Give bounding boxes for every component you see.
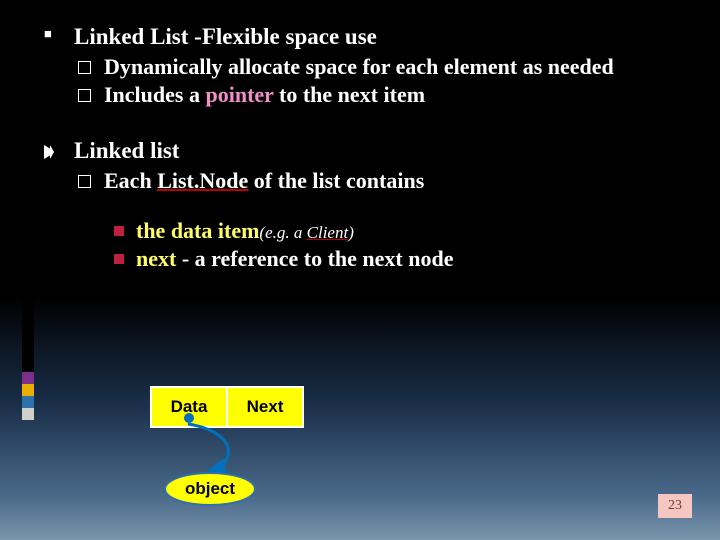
bullet-list: Linked List -Flexible space use Dynamica…: [44, 24, 690, 272]
b1-sub-includes: Includes a pointer to the next item: [74, 82, 690, 108]
bullet-linked-list-detail: Linked list Each List.Node of the list c…: [44, 138, 690, 272]
b2-title: Linked list: [74, 138, 179, 163]
slide: Linked List -Flexible space use Dynamica…: [0, 0, 720, 540]
detail-next: next - a reference to the next node: [114, 246, 690, 272]
pointer-arrow: [178, 422, 248, 478]
data-pointer-dot: [184, 413, 194, 423]
accent-stripes: [22, 372, 34, 420]
node-diagram: Data Next object: [150, 386, 450, 516]
pointer-word: pointer: [205, 82, 273, 107]
object-ellipse: object: [164, 472, 256, 506]
node-box: Data Next: [150, 386, 304, 428]
bullet-linked-list-flex: Linked List -Flexible space use Dynamica…: [44, 24, 690, 108]
b1-title-suffix: -Flexible space use: [188, 24, 376, 49]
cell-next: Next: [228, 388, 302, 426]
left-accent-bar: [22, 42, 34, 372]
listnode-word: List.Node: [157, 168, 248, 193]
cell-data: Data: [152, 388, 226, 426]
b1-sub-dynamic: Dynamically allocate space for each elem…: [74, 54, 690, 80]
page-number: 23: [658, 494, 692, 518]
detail-data-item: the data item(e.g. a Client): [114, 218, 690, 244]
b1-title-prefix: Linked List: [74, 24, 188, 49]
b2-sub-listnode: Each List.Node of the list contains the …: [74, 168, 690, 272]
